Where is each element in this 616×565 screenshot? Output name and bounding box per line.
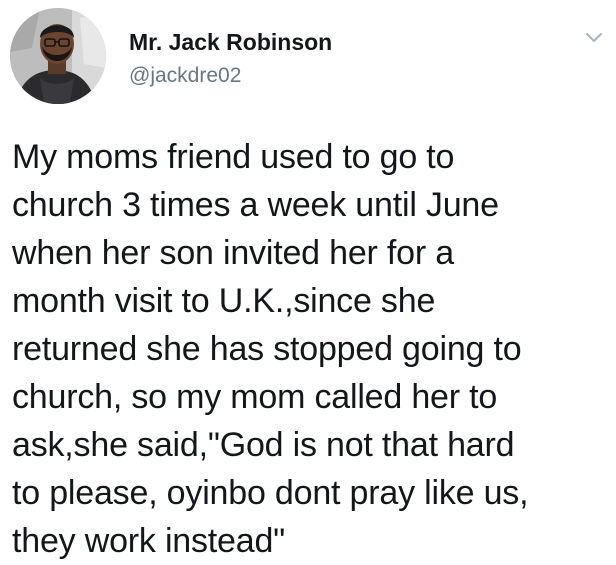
avatar-photo (10, 8, 106, 104)
author-display-name[interactable]: Mr. Jack Robinson (129, 29, 332, 56)
tweet-author[interactable]: Mr. Jack Robinson @jackdre02 (129, 29, 332, 88)
tweet-card: Mr. Jack Robinson @jackdre02 My moms fri… (0, 0, 616, 560)
chevron-down-icon[interactable] (584, 31, 604, 45)
author-handle[interactable]: @jackdre02 (129, 63, 332, 88)
tweet-text: My moms friend used to go to church 3 ti… (12, 138, 529, 560)
avatar[interactable] (10, 8, 106, 104)
